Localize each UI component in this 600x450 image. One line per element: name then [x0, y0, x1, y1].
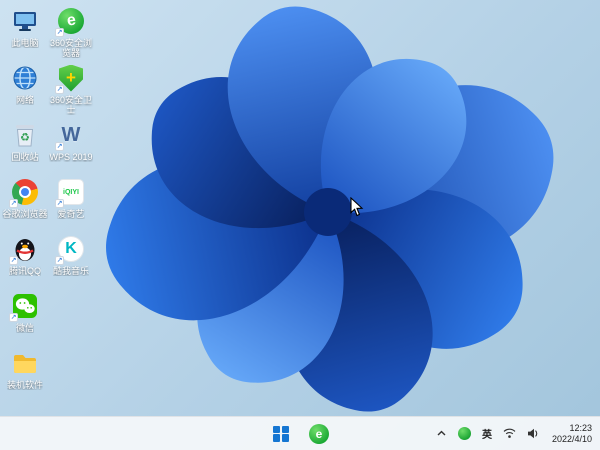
desktop-icon-wechat[interactable]: ↗ 微信 [2, 291, 48, 348]
desktop-icon-label: 微信 [15, 323, 34, 333]
shortcut-arrow-icon: ↗ [55, 28, 64, 37]
desktop-icon-label: 腾讯QQ [8, 266, 41, 276]
360-tray-icon [457, 427, 471, 440]
desktop-icon-chrome[interactable]: ↗ 谷歌浏览器 [2, 177, 48, 234]
desktop-icon-this-pc[interactable]: 此电脑 [2, 6, 48, 63]
shortcut-arrow-icon: ↗ [55, 142, 64, 151]
taskbar-clock[interactable]: 12:23 2022/4/10 [548, 421, 596, 447]
qq-icon: ↗ [9, 234, 40, 265]
desktop-icon-label: 回收站 [11, 152, 39, 162]
svg-text:♻: ♻ [20, 131, 30, 144]
volume-tray-button[interactable] [525, 421, 541, 447]
desktop-icon-label: 网络 [15, 95, 34, 105]
wifi-icon [503, 428, 516, 438]
taskbar-center-icons: e [267, 417, 333, 450]
this-pc-icon [10, 6, 40, 36]
desktop-icon-label: WPS 2019 [49, 152, 93, 162]
desktop-icon-label: 此电脑 [11, 38, 39, 48]
chevron-up-icon [437, 430, 446, 436]
desktop-icon-label: 装机软件 [6, 380, 43, 390]
desktop-icon-network[interactable]: 网络 [2, 63, 48, 120]
desktop-icon-column-2: e ↗ 360安全浏览器 + ↗ 360安全卫士 W ↗ WPS 2019 iQ… [48, 6, 94, 291]
360-browser-icon: e [309, 423, 329, 444]
desktop-icon-label: 爱奇艺 [57, 209, 85, 219]
shortcut-arrow-icon: ↗ [55, 256, 64, 265]
folder-icon [10, 348, 40, 378]
shortcut-arrow-icon: ↗ [9, 256, 18, 265]
windows-logo-icon [273, 425, 289, 442]
clock-date: 2022/4/10 [551, 433, 592, 444]
system-tray: 英 12:23 2022/4/10 [434, 417, 596, 450]
desktop-icon-label: 360安全浏览器 [49, 38, 93, 58]
desktop-icon-label: 酷我音乐 [52, 266, 89, 276]
desktop-icon-software-folder[interactable]: 装机软件 [2, 348, 48, 405]
desktop-icon-column-1: 此电脑 网络 ♻ 回收站 ↗ 谷歌浏览器 ↗ 腾讯QQ ↗ 微信 装机软件 [2, 6, 48, 405]
start-button[interactable] [267, 420, 295, 448]
shortcut-arrow-icon: ↗ [9, 199, 18, 208]
input-method-indicator[interactable]: 英 [480, 421, 494, 447]
tray-expand-button[interactable] [434, 421, 449, 447]
chrome-icon: ↗ [9, 177, 40, 208]
tray-360-icon[interactable] [456, 421, 473, 447]
desktop-icon-iqiyi[interactable]: iQIYI ↗ 爱奇艺 [48, 177, 94, 234]
desktop-icon-label: 谷歌浏览器 [2, 209, 48, 219]
taskbar: e 英 12:23 2022/4/10 [0, 416, 600, 450]
speaker-icon [527, 428, 538, 439]
iqiyi-icon: iQIYI ↗ [55, 177, 86, 208]
network-tray-button[interactable] [501, 421, 518, 447]
desktop-icon-qq[interactable]: ↗ 腾讯QQ [2, 234, 48, 291]
taskbar-360-browser-button[interactable]: e [305, 420, 333, 448]
desktop-icon-label: 360安全卫士 [49, 95, 93, 115]
recycle-bin-icon: ♻ [10, 120, 40, 150]
kuwo-music-icon: K ↗ [55, 234, 86, 265]
clock-time: 12:23 [569, 422, 592, 433]
desktop-icon-360-browser[interactable]: e ↗ 360安全浏览器 [48, 6, 94, 63]
shortcut-arrow-icon: ↗ [9, 313, 18, 322]
network-icon [10, 63, 40, 93]
desktop-icon-recycle-bin[interactable]: ♻ 回收站 [2, 120, 48, 177]
360-browser-icon: e ↗ [55, 6, 86, 37]
shortcut-arrow-icon: ↗ [55, 199, 64, 208]
360-safety-shield-icon: + ↗ [55, 63, 86, 94]
desktop-icon-kuwo[interactable]: K ↗ 酷我音乐 [48, 234, 94, 291]
desktop-icon-wps[interactable]: W ↗ WPS 2019 [48, 120, 94, 177]
shortcut-arrow-icon: ↗ [55, 85, 64, 94]
wps-icon: W ↗ [55, 123, 81, 151]
desktop-icon-360-safety[interactable]: + ↗ 360安全卫士 [48, 63, 94, 120]
wechat-icon: ↗ [9, 291, 40, 322]
